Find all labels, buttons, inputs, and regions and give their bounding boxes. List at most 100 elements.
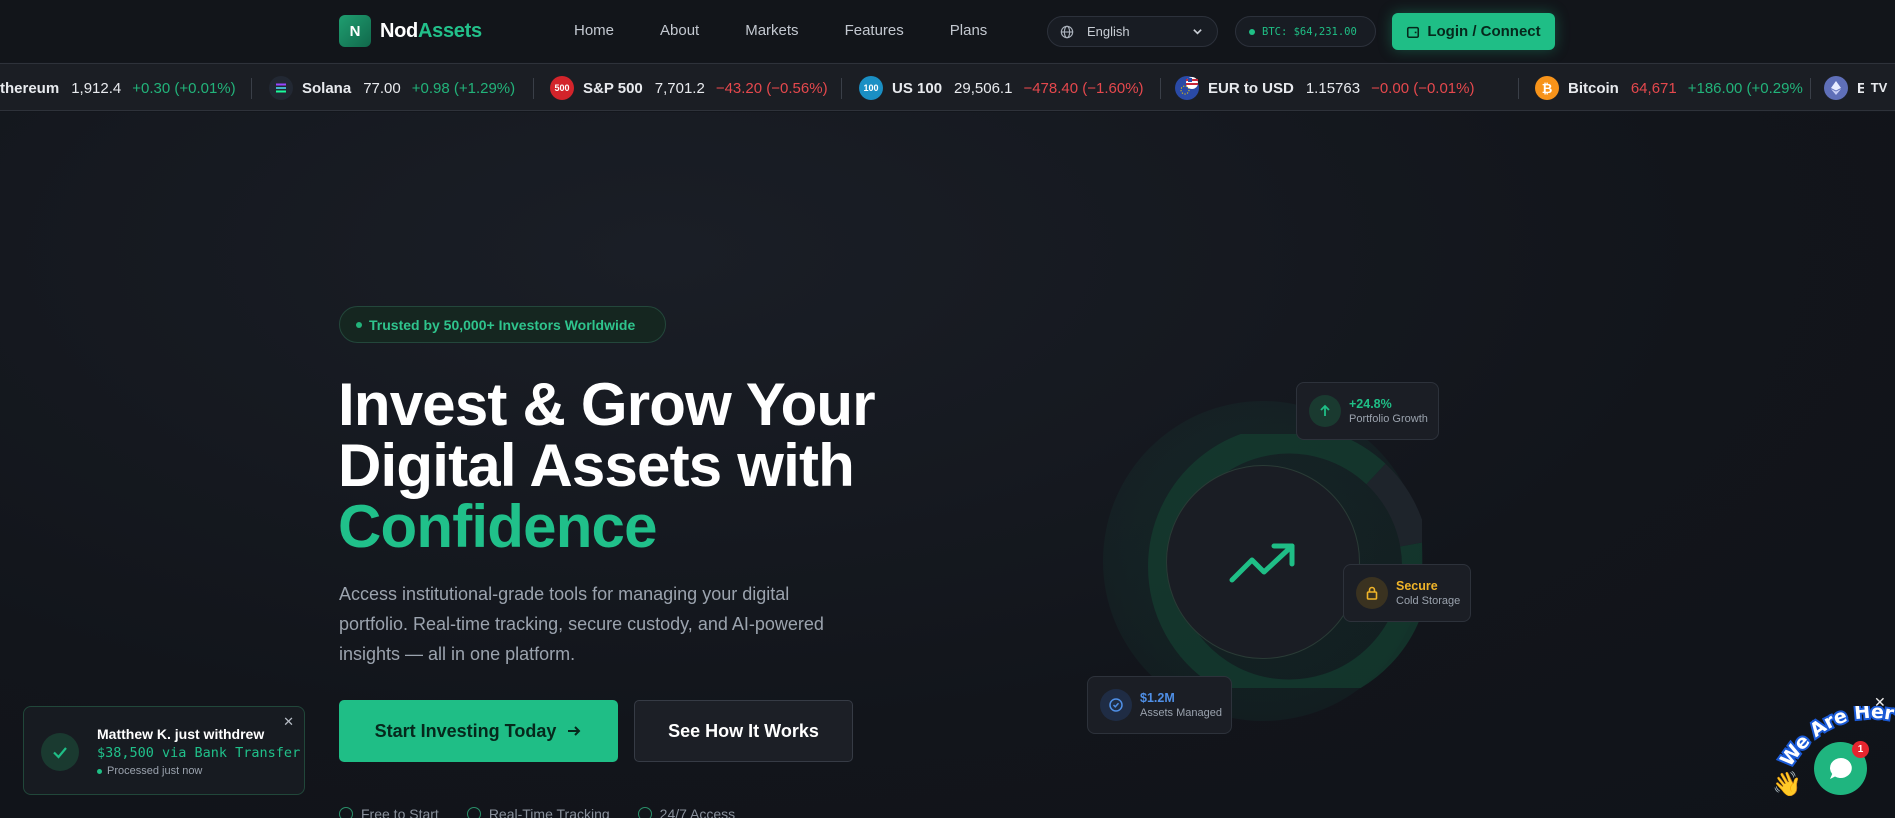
- trust-dot: [356, 321, 362, 328]
- shield-check-icon: [1100, 689, 1132, 721]
- trending-up-icon: [1229, 543, 1295, 583]
- see-how-it-works-label: See How It Works: [668, 720, 819, 741]
- ticker-change: +0.30 (+0.01%): [132, 79, 236, 97]
- ticker-divider: [533, 78, 534, 99]
- toast-status-text: Processed just now: [107, 765, 203, 777]
- bitcoin-icon: ₿: [1535, 76, 1559, 100]
- ticker-item-us100[interactable]: 100 US 100 29,506.1 −478.40 (−1.60%): [859, 64, 1144, 110]
- growth-value: +24.8%: [1349, 397, 1392, 411]
- ticker-change: +186.00 (+0.29%: [1687, 79, 1803, 97]
- live-dot: [1249, 28, 1255, 35]
- toast-status: Processed just now: [97, 765, 202, 777]
- hero-subtitle: Access institutional-grade tools for man…: [339, 584, 824, 664]
- toast-amount: $38,500 via Bank Transfer: [97, 745, 301, 761]
- ticker-price: 1,912.4: [71, 79, 122, 97]
- see-how-it-works-button[interactable]: See How It Works: [634, 700, 853, 762]
- ticker-name: Solana: [302, 79, 352, 97]
- language-select[interactable]: English: [1047, 16, 1218, 47]
- withdrawal-toast: Matthew K. just withdrew $38,500 via Ban…: [23, 706, 305, 795]
- nav-link-plans[interactable]: Plans: [950, 22, 988, 39]
- logo-text-part1: Nod: [380, 19, 418, 42]
- nav-link-features[interactable]: Features: [845, 22, 904, 39]
- lock-icon: [1356, 577, 1388, 609]
- ticker-change: −478.40 (−1.60%): [1023, 79, 1144, 97]
- feature-item: 24/7 Access: [637, 806, 736, 818]
- logo-text-part2: Assets: [417, 19, 482, 42]
- ticker-item-solana[interactable]: Solana 77.00 +0.98 (+1.29%): [269, 64, 516, 110]
- secure-label: Cold Storage: [1396, 595, 1461, 607]
- status-dot: [97, 768, 102, 774]
- ticker-change: −0.00 (−0.01%): [1371, 79, 1475, 97]
- nav-link-markets[interactable]: Markets: [745, 22, 798, 39]
- feature-label: Real-Time Tracking: [488, 806, 610, 818]
- ticker-price: 29,506.1: [954, 79, 1013, 97]
- feature-item: Free to Start: [339, 806, 439, 818]
- ticker-item-bitcoin[interactable]: ₿ Bitcoin 64,671 +186.00 (+0.29%: [1535, 64, 1803, 110]
- market-ticker: thereum 1,912.4 +0.30 (+0.01%) Solana 77…: [0, 63, 1895, 111]
- ticker-change: +0.98 (+1.29%): [411, 79, 516, 97]
- assets-value: $1.2M: [1140, 691, 1175, 705]
- portfolio-growth-card: +24.8% Portfolio Growth: [1296, 382, 1439, 440]
- ticker-change: −43.20 (−0.56%): [715, 79, 828, 97]
- tradingview-logo[interactable]: TV: [1864, 74, 1894, 100]
- start-investing-button[interactable]: Start Investing Today: [339, 700, 618, 762]
- ticker-divider: [1810, 78, 1811, 99]
- ticker-price: 77.00: [363, 79, 401, 97]
- ticker-divider: [251, 78, 252, 99]
- arrow-right-icon: [568, 726, 581, 736]
- feature-label: 24/7 Access: [659, 806, 736, 818]
- feature-label: Free to Start: [361, 806, 439, 818]
- waving-hand-icon: 👋: [1772, 771, 1802, 798]
- hero-title-line2: Digital Assets with: [338, 432, 855, 499]
- us100-icon: 100: [859, 76, 883, 100]
- hero-title-highlight: Confidence: [338, 493, 658, 560]
- ticker-divider: [1160, 78, 1161, 99]
- ticker-divider: [841, 78, 842, 99]
- logo[interactable]: N NodAssets: [339, 15, 482, 47]
- btc-price-pill: BTC: $64,231.00: [1235, 16, 1376, 47]
- chevron-down-icon: [1193, 29, 1202, 35]
- toast-title: Matthew K. just withdrew: [97, 726, 265, 742]
- hero-title: Invest & Grow Your Digital Assets with C…: [338, 374, 958, 557]
- login-label: Login / Connect: [1427, 23, 1541, 40]
- ticker-price: 1.15763: [1305, 79, 1361, 97]
- ticker-item-eurusd[interactable]: EUR to USD 1.15763 −0.00 (−0.01%): [1175, 64, 1475, 110]
- login-connect-button[interactable]: Login / Connect: [1392, 13, 1555, 50]
- secure-value: Secure: [1396, 579, 1438, 593]
- solana-icon: [269, 76, 293, 100]
- ticker-name: US 100: [892, 79, 943, 97]
- sp500-icon: 500: [550, 76, 574, 100]
- check-circle-icon: [339, 807, 353, 818]
- language-value: English: [1087, 24, 1130, 39]
- btc-price: BTC: $64,231.00: [1262, 25, 1357, 38]
- ticker-item-sp500[interactable]: 500 S&P 500 7,701.2 −43.20 (−0.56%): [550, 64, 828, 110]
- logo-mark: N: [339, 15, 371, 47]
- eu-us-flag-icon: [1175, 76, 1199, 100]
- ticker-name: S&P 500: [583, 79, 643, 97]
- secure-storage-card: Secure Cold Storage: [1343, 564, 1471, 622]
- ticker-item-ethereum[interactable]: thereum 1,912.4 +0.30 (+0.01%): [0, 64, 236, 110]
- assets-label: Assets Managed: [1140, 707, 1222, 719]
- hero-visual-core: [1166, 465, 1360, 659]
- chat-bubble-icon: [1829, 757, 1852, 779]
- hero-title-line1: Invest & Grow Your: [338, 371, 876, 438]
- trust-badge: Trusted by 50,000+ Investors Worldwide: [339, 306, 666, 343]
- assets-managed-card: $1.2M Assets Managed: [1087, 676, 1232, 734]
- close-icon[interactable]: ✕: [283, 714, 294, 730]
- globe-icon: [1060, 25, 1074, 38]
- check-icon: [41, 733, 79, 771]
- ticker-divider: [1518, 78, 1519, 99]
- ticker-price: 7,701.2: [654, 79, 705, 97]
- ethereum-icon: [1824, 76, 1848, 100]
- nav-link-home[interactable]: Home: [574, 22, 614, 39]
- top-nav: N NodAssets Home About Markets Features …: [0, 0, 1895, 62]
- start-investing-label: Start Investing Today: [374, 720, 557, 741]
- ticker-price: 64,671: [1630, 79, 1677, 97]
- ticker-name: EUR to USD: [1208, 79, 1294, 97]
- logo-text: NodAssets: [380, 20, 482, 43]
- nav-link-about[interactable]: About: [660, 22, 699, 39]
- growth-label: Portfolio Growth: [1349, 413, 1428, 425]
- feature-list: Free to Start Real-Time Tracking 24/7 Ac…: [339, 806, 763, 818]
- ticker-name: thereum: [0, 79, 60, 97]
- ticker-name: Bitcoin: [1568, 79, 1619, 97]
